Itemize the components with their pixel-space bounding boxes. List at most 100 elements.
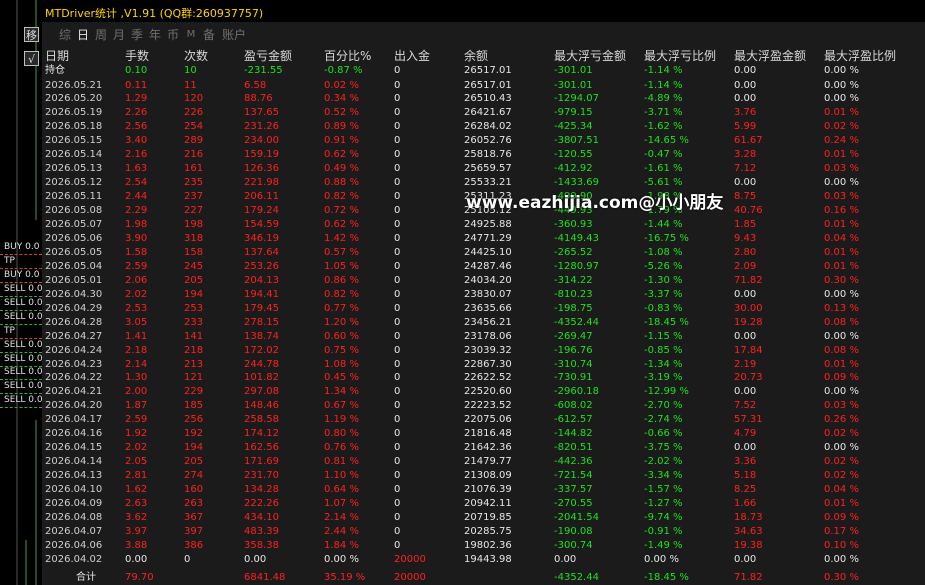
window-title: MTDriver统计 ,V1.91 (QQ群:260937757)	[45, 7, 264, 20]
table-row: 2026.05.21 0.11 11 6.58 0.02 % 0 26517.01 -301.…	[45, 79, 925, 93]
order-label[interactable]: TP	[4, 326, 15, 336]
order-label[interactable]: SELL 0.0	[4, 354, 43, 364]
column-header[interactable]: 次数	[184, 49, 208, 63]
tab-weekly[interactable]: 周	[92, 27, 110, 43]
table-row: 2026.04.10 1.62 160 134.28 0.64 % 0 21076.39 -3…	[45, 483, 925, 497]
column-header[interactable]: 最大浮盈比例	[824, 49, 896, 63]
order-line	[0, 281, 42, 283]
cell-max-profit: 4.79	[734, 428, 757, 440]
cell-lots: 1.92	[125, 428, 148, 440]
cell-max-profit: 8.75	[734, 191, 757, 203]
cell-max-loss-pct: -3.34 %	[644, 470, 683, 482]
tab-m[interactable]: M	[182, 27, 200, 43]
cell-max-profit: 0.00	[734, 553, 757, 565]
cell-pct: 2.44 %	[324, 525, 359, 537]
cell-lots: 2.16	[125, 149, 148, 161]
cell-max-profit-pct: 0.01 %	[824, 219, 859, 230]
cell-max-profit: 5.18	[734, 470, 757, 482]
cell-max-profit-pct: 0.02 %	[824, 121, 859, 133]
tab-quarterly[interactable]: 季	[128, 27, 146, 43]
table-row: 2026.04.16 1.92 192 174.12 0.80 % 0 21816.48 -1…	[45, 427, 925, 441]
cell-count: 161	[184, 163, 204, 175]
cell-max-loss-pct: -0.47 %	[644, 149, 683, 161]
order-label[interactable]: SELL 0.0	[4, 312, 43, 322]
column-header[interactable]: 百分比%	[324, 49, 371, 63]
cell-date: 2026.04.20	[45, 400, 103, 412]
cell-max-loss: -300.74	[554, 539, 593, 551]
cell-pct: 1.34 %	[324, 386, 359, 398]
cell-balance: 26052.76	[464, 135, 512, 147]
cell-lots: 1.63	[125, 163, 148, 175]
cell-max-profit-pct: 0.03 %	[824, 191, 859, 203]
cell-lots: 3.88	[125, 539, 148, 551]
cell-pnl: 148.46	[244, 400, 279, 412]
order-label[interactable]: TP	[4, 256, 15, 266]
column-header[interactable]: 余额	[464, 49, 488, 63]
order-line	[0, 337, 42, 339]
cell-max-loss-pct: -1.14 %	[644, 65, 683, 76]
column-header[interactable]: 最大浮盈金额	[734, 49, 806, 63]
order-label[interactable]: SELL 0.0	[4, 298, 43, 308]
cell-pct: 0.82 %	[324, 191, 359, 203]
column-header[interactable]: 日期	[45, 49, 69, 63]
cell-count: 386	[184, 539, 204, 551]
cell-max-profit-pct: 0.02 %	[824, 456, 859, 468]
order-label[interactable]: BUY 0.0	[4, 242, 39, 252]
cell-count: 213	[184, 358, 204, 370]
tab-monthly[interactable]: 月	[110, 27, 128, 43]
cell-max-profit-pct: 0.00 %	[824, 386, 859, 398]
cell-lots: 2.02	[125, 288, 148, 300]
column-header[interactable]: 手数	[125, 49, 149, 63]
order-label[interactable]: BUY 0.0	[4, 270, 39, 280]
cell-count: 11	[184, 79, 197, 91]
cell-date: 2026.05.21	[45, 79, 103, 91]
cell-date: 2026.05.01	[45, 274, 103, 286]
cell-date: 2026.05.15	[45, 135, 103, 147]
tab-yearly[interactable]: 年	[146, 27, 164, 43]
column-header[interactable]: 出入金	[394, 49, 430, 63]
cell-lots: 2.54	[125, 177, 148, 189]
tab-currency[interactable]: 币	[164, 27, 182, 43]
cell-total-lots: 79.70	[125, 571, 154, 583]
order-line	[0, 267, 42, 269]
column-header[interactable]: 最大浮亏比例	[644, 49, 716, 63]
cell-max-loss-pct: -1.62 %	[644, 121, 683, 133]
table-row: 2026.04.22 1.30 121 101.82 0.45 % 0 22622.52 -7…	[45, 371, 925, 385]
move-button[interactable]: 移	[24, 27, 39, 42]
cell-date: 2026.04.28	[45, 316, 103, 328]
order-label[interactable]: SELL 0.0	[4, 284, 43, 294]
order-label[interactable]: SELL 0.0	[4, 340, 43, 350]
cell-max-loss: -721.54	[554, 470, 593, 482]
tab-notes[interactable]: 备	[200, 27, 218, 43]
cell-balance: 22867.30	[464, 358, 512, 370]
cell-max-profit-pct: 0.03 %	[824, 400, 859, 412]
cell-max-profit: 18.73	[734, 511, 763, 523]
cell-balance: 24034.20	[464, 274, 512, 286]
cell-date: 2026.05.06	[45, 232, 103, 244]
order-label[interactable]: SELL 0.0	[4, 395, 43, 405]
order-label[interactable]: SELL 0.0	[4, 367, 43, 377]
cell-max-profit-pct: 0.01 %	[824, 358, 859, 370]
cell-count: 194	[184, 442, 204, 454]
cell-max-loss: -314.22	[554, 274, 593, 286]
tab-daily[interactable]: 日	[74, 27, 92, 43]
cell-io: 0	[394, 274, 401, 286]
order-label[interactable]: SELL 0.0	[4, 381, 43, 391]
table-row: 2026.05.07 1.98 198 154.59 0.62 % 0 24925.88 -3…	[45, 218, 925, 232]
cell-max-loss: -301.01	[554, 65, 593, 76]
cell-max-profit: 30.00	[734, 302, 763, 314]
cell-io: 0	[394, 149, 401, 161]
tab-account[interactable]: 账户	[222, 27, 246, 43]
cell-max-loss-pct: -0.66 %	[644, 428, 683, 440]
check-button[interactable]: √	[24, 51, 39, 66]
cell-count: 216	[184, 149, 204, 161]
tab-summary[interactable]: 综	[56, 27, 74, 43]
cell-pct: 0.80 %	[324, 428, 359, 440]
cell-max-profit-pct: 0.26 %	[824, 414, 859, 426]
cell-total-max-loss-pct: -18.45 %	[644, 571, 689, 583]
cell-count: 254	[184, 121, 204, 133]
cell-io: 0	[394, 358, 401, 370]
column-header[interactable]: 最大浮亏金额	[554, 49, 626, 63]
column-header[interactable]: 盈亏金额	[244, 49, 292, 63]
cell-max-profit: 0.00	[734, 288, 757, 300]
